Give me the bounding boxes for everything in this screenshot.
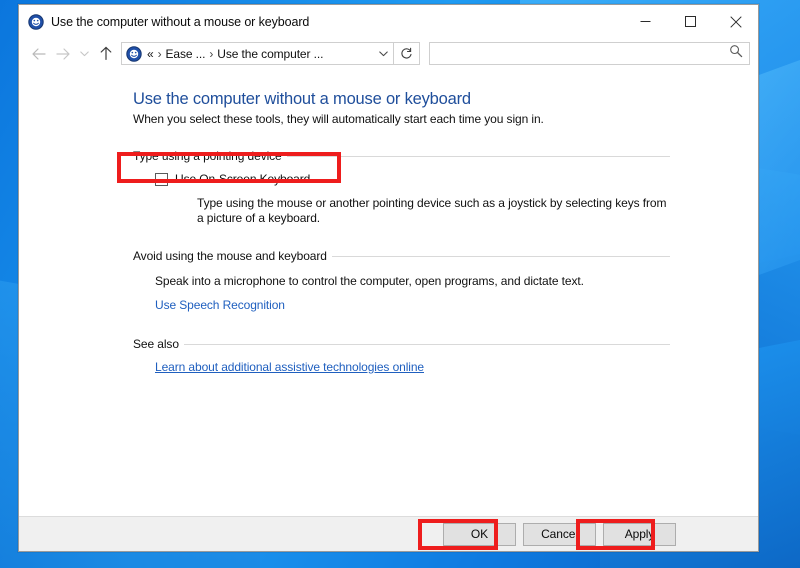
group-see-also: See also Learn about additional assistiv… bbox=[133, 337, 670, 376]
minimize-button[interactable] bbox=[623, 5, 668, 38]
breadcrumb-overflow[interactable]: « bbox=[147, 47, 154, 61]
breadcrumb-segment-2[interactable]: Use the computer ... bbox=[217, 47, 323, 61]
speech-recognition-description: Speak into a microphone to control the c… bbox=[155, 274, 584, 288]
close-button[interactable] bbox=[713, 5, 758, 38]
group-header-label: Avoid using the mouse and keyboard bbox=[133, 249, 327, 263]
chevron-down-icon bbox=[378, 50, 388, 56]
minimize-icon bbox=[640, 21, 651, 22]
breadcrumb-dropdown-button[interactable] bbox=[373, 43, 393, 64]
forward-button[interactable] bbox=[51, 42, 75, 66]
page-subtitle: When you select these tools, they will a… bbox=[133, 112, 544, 126]
group-avoid-using-mouse-keyboard: Avoid using the mouse and keyboard Speak… bbox=[133, 249, 670, 314]
refresh-icon bbox=[401, 47, 412, 59]
page-title: Use the computer without a mouse or keyb… bbox=[133, 90, 471, 108]
chevron-down-icon bbox=[80, 50, 89, 56]
navigation-bar: «› Ease ... › Use the computer ... bbox=[19, 38, 758, 72]
checkbox-box[interactable] bbox=[155, 172, 168, 186]
maximize-button[interactable] bbox=[668, 5, 713, 38]
assistive-technologies-link[interactable]: Learn about additional assistive technol… bbox=[155, 360, 424, 374]
title-bar[interactable]: Use the computer without a mouse or keyb… bbox=[19, 5, 758, 38]
on-screen-keyboard-description: Type using the mouse or another pointing… bbox=[197, 196, 667, 225]
up-arrow-icon bbox=[100, 46, 112, 60]
back-button[interactable] bbox=[27, 42, 51, 66]
window-controls bbox=[623, 5, 758, 38]
recent-locations-button[interactable] bbox=[75, 42, 94, 66]
breadcrumb-separator-2: › bbox=[209, 46, 214, 61]
checkbox-label[interactable]: Use On-Screen Keyboard bbox=[175, 172, 310, 186]
maximize-icon bbox=[685, 16, 696, 27]
group-header-label: Type using a pointing device bbox=[133, 149, 282, 163]
back-arrow-icon bbox=[32, 47, 46, 60]
group-header-rule bbox=[331, 255, 670, 257]
group-header: See also bbox=[133, 337, 670, 351]
ok-button[interactable]: OK bbox=[443, 522, 516, 546]
breadcrumb[interactable]: «› Ease ... › Use the computer ... bbox=[121, 42, 394, 65]
refresh-button[interactable] bbox=[394, 42, 420, 65]
cancel-button[interactable]: Cancel bbox=[523, 522, 596, 546]
up-button[interactable] bbox=[94, 42, 118, 66]
use-speech-recognition-link[interactable]: Use Speech Recognition bbox=[155, 298, 285, 312]
use-on-screen-keyboard-checkbox[interactable]: Use On-Screen Keyboard bbox=[155, 172, 670, 186]
close-icon bbox=[729, 15, 742, 28]
apply-button[interactable]: Apply bbox=[603, 522, 676, 546]
breadcrumb-segment-1[interactable]: Ease ... bbox=[165, 47, 205, 61]
search-box[interactable] bbox=[429, 42, 750, 65]
control-panel-window: Use the computer without a mouse or keyb… bbox=[18, 4, 759, 552]
group-header-rule bbox=[286, 155, 670, 157]
breadcrumb-path[interactable]: «› Ease ... › Use the computer ... bbox=[147, 47, 373, 61]
group-header: Type using a pointing device bbox=[133, 149, 670, 163]
ease-of-access-icon bbox=[28, 13, 44, 30]
group-header: Avoid using the mouse and keyboard bbox=[133, 249, 670, 263]
desktop-background: Use the computer without a mouse or keyb… bbox=[0, 0, 800, 568]
dialog-footer: OK Cancel Apply bbox=[19, 516, 758, 551]
breadcrumb-separator-1: › bbox=[157, 46, 162, 61]
group-type-using-pointing-device: Type using a pointing device Use On-Scre… bbox=[133, 149, 670, 226]
forward-arrow-icon bbox=[56, 47, 70, 60]
search-input[interactable] bbox=[436, 45, 729, 62]
breadcrumb-ease-of-access-icon bbox=[126, 45, 142, 62]
group-header-label: See also bbox=[133, 337, 179, 351]
group-header-rule bbox=[183, 343, 670, 345]
page-content: Use the computer without a mouse or keyb… bbox=[19, 72, 758, 516]
search-icon[interactable] bbox=[729, 44, 743, 63]
window-title: Use the computer without a mouse or keyb… bbox=[51, 14, 310, 29]
